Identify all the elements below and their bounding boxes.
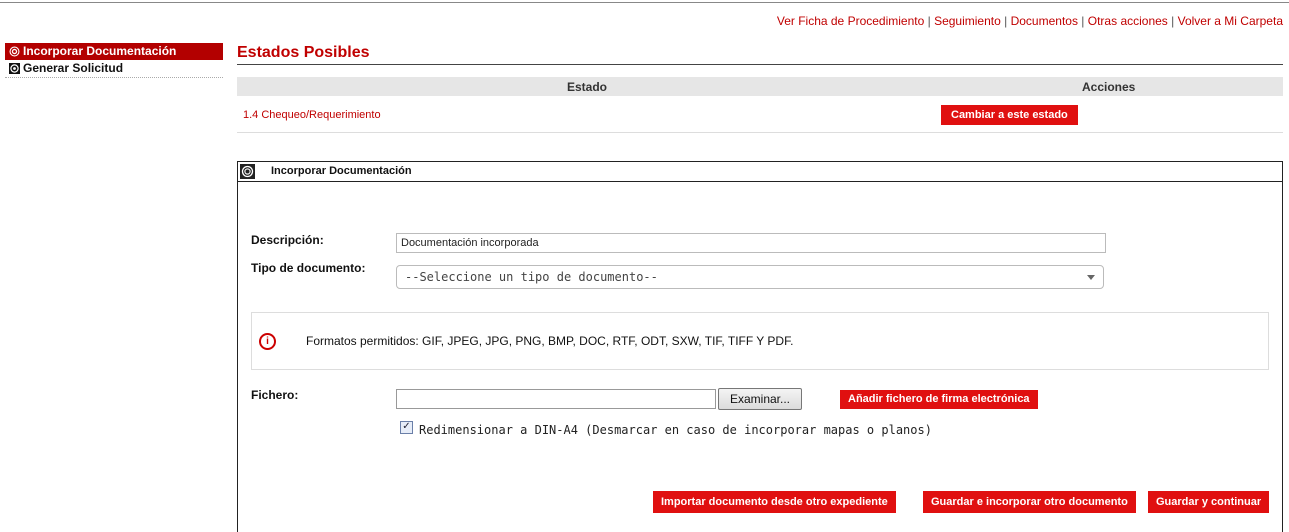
add-signature-file-button[interactable]: Añadir fichero de firma electrónica — [840, 390, 1038, 409]
fichero-label: Fichero: — [251, 388, 299, 402]
save-and-add-another-button[interactable]: Guardar e incorporar otro documento — [923, 491, 1136, 513]
page-title: Estados Posibles — [237, 44, 370, 61]
link-documentos[interactable]: Documentos — [1011, 14, 1078, 28]
separator: | — [1167, 14, 1178, 28]
separator: | — [1077, 14, 1088, 28]
info-box: i Formatos permitidos: GIF, JPEG, JPG, P… — [251, 312, 1269, 370]
top-rule — [0, 2, 1289, 3]
link-volver-carpeta[interactable]: Volver a Mi Carpeta — [1178, 14, 1283, 28]
top-nav-links: Ver Ficha de Procedimiento | Seguimiento… — [777, 14, 1283, 28]
chevron-down-icon — [1087, 275, 1095, 280]
tipo-documento-select[interactable]: --Seleccione un tipo de documento-- — [396, 265, 1104, 289]
select-value: --Seleccione un tipo de documento-- — [405, 270, 658, 284]
file-path-input[interactable] — [396, 389, 716, 409]
sidebar: Incorporar Documentación Generar Solicit… — [5, 43, 223, 78]
incorporar-documentacion-panel: Incorporar Documentación Descripción: Ti… — [237, 161, 1283, 532]
browse-button[interactable]: Examinar... — [718, 388, 802, 410]
sidebar-item-generar-solicitud[interactable]: Generar Solicitud — [5, 60, 223, 78]
separator: | — [924, 14, 935, 28]
tipo-documento-label: Tipo de documento: — [251, 261, 366, 275]
allowed-formats-text: Formatos permitidos: GIF, JPEG, JPG, PNG… — [306, 334, 794, 348]
table-row: 1.4 Chequeo/Requerimiento Cambiar a este… — [237, 98, 1283, 133]
resize-checkbox-label: Redimensionar a DIN-A4 (Desmarcar en cas… — [419, 423, 932, 437]
circle-bullet-icon — [240, 164, 255, 179]
sidebar-item-label: Generar Solicitud — [23, 61, 124, 75]
circle-bullet-icon — [9, 46, 20, 57]
descripcion-label: Descripción: — [251, 233, 324, 247]
panel-header: Incorporar Documentación — [238, 162, 1282, 182]
change-state-button[interactable]: Cambiar a este estado — [941, 105, 1078, 125]
sidebar-item-incorporar-documentacion[interactable]: Incorporar Documentación — [5, 43, 223, 60]
link-seguimiento[interactable]: Seguimiento — [934, 14, 1001, 28]
info-icon: i — [259, 333, 276, 350]
import-document-button[interactable]: Importar documento desde otro expediente — [653, 491, 896, 513]
panel-title: Incorporar Documentación — [271, 165, 412, 177]
save-and-continue-button[interactable]: Guardar y continuar — [1148, 491, 1270, 513]
column-header-estado: Estado — [567, 80, 608, 94]
link-otras-acciones[interactable]: Otras acciones — [1088, 14, 1168, 28]
state-name: 1.4 Chequeo/Requerimiento — [243, 109, 381, 121]
column-header-acciones: Acciones — [1082, 80, 1136, 94]
sidebar-item-label: Incorporar Documentación — [23, 44, 177, 58]
descripcion-input[interactable] — [396, 233, 1106, 253]
states-table-header: Estado Acciones — [237, 77, 1283, 96]
separator: | — [1000, 14, 1011, 28]
resize-checkbox[interactable]: ✓ — [400, 421, 413, 434]
circle-bullet-icon — [9, 63, 20, 74]
title-divider — [237, 64, 1283, 65]
link-ficha[interactable]: Ver Ficha de Procedimiento — [777, 14, 924, 28]
